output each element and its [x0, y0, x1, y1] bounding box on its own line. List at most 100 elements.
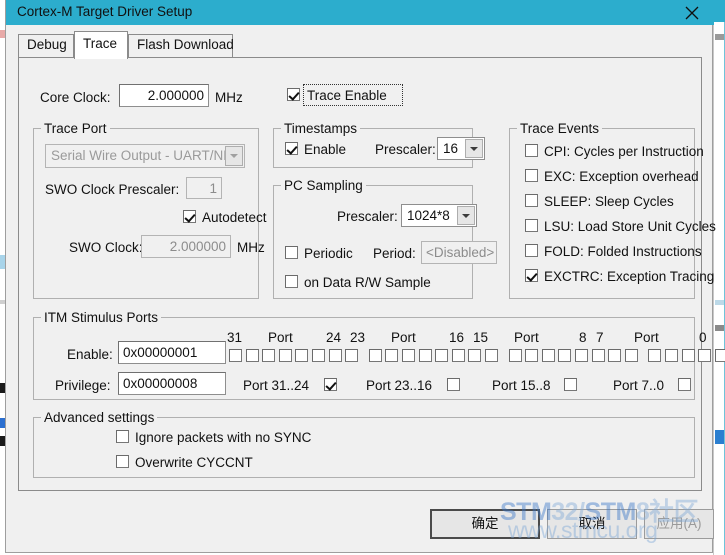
trace-tab-page: Core Clock: 2.000000 MHz Trace Enable Tr… [18, 57, 725, 491]
itm-port-bit-13[interactable] [541, 349, 555, 362]
itm-port-bit-3[interactable] [714, 349, 725, 362]
itm-port-bit-5[interactable] [681, 349, 695, 362]
itm-port-bit-30[interactable] [245, 349, 259, 362]
tab-label: Flash Download [137, 37, 234, 52]
itm-port-bit-9[interactable] [608, 349, 622, 362]
itm-port-bit-17[interactable] [468, 349, 482, 362]
itm-port-bit-23[interactable] [368, 349, 382, 362]
itm-port-bit-22[interactable] [385, 349, 399, 362]
itm-port-bit-20[interactable] [418, 349, 432, 362]
itm-port-bit-12[interactable] [558, 349, 572, 362]
cortex-m-target-driver-setup-dialog: Cortex-M Target Driver Setup Debug Trace… [5, 0, 725, 553]
overwrite-cyccnt-label: Overwrite CYCCNT [135, 455, 253, 470]
period-label: Period: [373, 246, 416, 261]
pc-sampling-group-title: PC Sampling [281, 178, 366, 193]
window-title: Cortex-M Target Driver Setup [17, 4, 193, 19]
tab-label: Debug [27, 37, 67, 52]
itm-port-bit-8[interactable] [624, 349, 638, 362]
port-group-label-1: Port 23..16 [366, 378, 433, 393]
itm-port-bit-15[interactable] [508, 349, 522, 362]
chevron-down-icon[interactable] [225, 146, 243, 166]
swo-clock-input[interactable]: 2.000000 [141, 235, 231, 258]
itm-port-bit-21[interactable] [402, 349, 415, 362]
trace-event-exc-checkbox[interactable] [525, 169, 538, 182]
trace-event-sleep-checkbox[interactable] [525, 194, 538, 207]
tab-label: Trace [83, 36, 118, 51]
itm-port-bit-14[interactable] [525, 349, 539, 362]
itm-scale-lo-3: 0 [699, 330, 707, 345]
pc-prescaler-select[interactable]: 1024*8 [401, 204, 477, 227]
tab-flash-download[interactable]: Flash Download [128, 34, 234, 58]
cancel-button[interactable]: 取消 [547, 509, 637, 539]
itm-port-bit-24[interactable] [345, 349, 359, 362]
bg-stripe [714, 0, 725, 22]
overwrite-cyccnt-checkbox[interactable] [116, 455, 129, 468]
itm-port-bit-7[interactable] [648, 349, 662, 362]
trace-event-cpi-label: CPI: Cycles per Instruction [544, 144, 704, 159]
port-group-toggle-7-0[interactable] [678, 378, 691, 391]
tab-trace[interactable]: Trace [74, 31, 128, 59]
core-clock-input[interactable]: 2.000000 [119, 84, 209, 107]
trace-event-exc-label: EXC: Exception overhead [544, 169, 699, 184]
trace-event-exctrc-checkbox[interactable] [525, 269, 538, 282]
itm-port-bit-29[interactable] [262, 349, 276, 362]
close-icon[interactable] [670, 0, 714, 25]
pc-prescaler-label: Prescaler: [337, 209, 398, 224]
core-clock-unit: MHz [215, 90, 243, 105]
port-group-toggle-15-8[interactable] [564, 378, 577, 391]
trace-enable-checkbox[interactable] [287, 88, 300, 101]
itm-port-bit-4[interactable] [698, 349, 712, 362]
ignore-packets-no-sync-label: Ignore packets with no SYNC [135, 430, 312, 445]
trace-event-lsu-label: LSU: Load Store Unit Cycles [544, 219, 716, 234]
timestamps-group: Timestamps Enable Prescaler: 16 [273, 121, 485, 168]
ok-button[interactable]: 确定 [430, 509, 540, 539]
advanced-settings-group-title: Advanced settings [41, 410, 158, 425]
port-group-label-3: Port 7..0 [613, 378, 665, 393]
port-group-toggle-23-16[interactable] [447, 378, 460, 391]
tab-strip: Debug Trace Flash Download [18, 31, 702, 59]
group-frame [33, 417, 695, 478]
trace-port-select[interactable]: Serial Wire Output - UART/NRZ [45, 144, 245, 168]
itm-port-bit-checkbox-row [33, 310, 725, 400]
trace-event-cpi-checkbox[interactable] [525, 144, 538, 157]
itm-stimulus-ports-group: ITM Stimulus Ports Enable: 0x00000001 Pr… [33, 310, 725, 400]
period-input: <Disabled> [421, 241, 497, 264]
trace-port-select-value: Serial Wire Output - UART/NRZ [51, 148, 242, 163]
itm-port-bit-25[interactable] [328, 349, 342, 362]
pc-prescaler-value: 1024*8 [407, 208, 450, 223]
trace-event-lsu-checkbox[interactable] [525, 219, 538, 232]
autodetect-checkbox[interactable] [183, 210, 196, 223]
itm-port-bit-31[interactable] [229, 349, 242, 362]
timestamps-prescaler-label: Prescaler: [375, 142, 436, 157]
on-data-rw-sample-label: on Data R/W Sample [304, 275, 431, 290]
trace-event-exctrc-label: EXCTRC: Exception Tracing [544, 269, 715, 284]
trace-events-group: Trace Events CPI: Cycles per Instruction… [509, 121, 716, 299]
itm-port-bit-11[interactable] [575, 349, 588, 362]
periodic-checkbox[interactable] [285, 246, 298, 259]
trace-events-group-title: Trace Events [517, 121, 603, 136]
swo-clock-label: SWO Clock: [69, 240, 143, 255]
itm-port-bit-27[interactable] [295, 349, 309, 362]
itm-port-bit-10[interactable] [591, 349, 605, 362]
chevron-down-icon[interactable] [465, 139, 483, 158]
tab-debug[interactable]: Debug [18, 34, 74, 58]
timestamps-prescaler-select[interactable]: 16 [437, 137, 485, 160]
itm-port-bit-16[interactable] [485, 349, 498, 362]
background-window-right-sliver [713, 0, 725, 555]
itm-port-bit-28[interactable] [278, 349, 292, 362]
itm-port-bit-19[interactable] [435, 349, 449, 362]
swo-prescaler-label: SWO Clock Prescaler: [45, 182, 180, 197]
chevron-down-icon[interactable] [457, 206, 475, 225]
itm-port-bit-18[interactable] [451, 349, 465, 362]
title-bar: Cortex-M Target Driver Setup [6, 0, 714, 25]
on-data-rw-sample-checkbox[interactable] [285, 275, 298, 288]
port-group-toggle-31-24[interactable] [324, 378, 337, 391]
trace-port-group: Trace Port Serial Wire Output - UART/NRZ… [33, 121, 267, 299]
port-group-label-0: Port 31..24 [243, 378, 310, 393]
swo-prescaler-input[interactable]: 1 [186, 177, 222, 199]
itm-port-bit-26[interactable] [312, 349, 325, 362]
ignore-packets-no-sync-checkbox[interactable] [116, 430, 129, 443]
trace-event-fold-checkbox[interactable] [525, 244, 538, 257]
timestamps-enable-checkbox[interactable] [285, 142, 298, 155]
itm-port-bit-6[interactable] [665, 349, 678, 362]
